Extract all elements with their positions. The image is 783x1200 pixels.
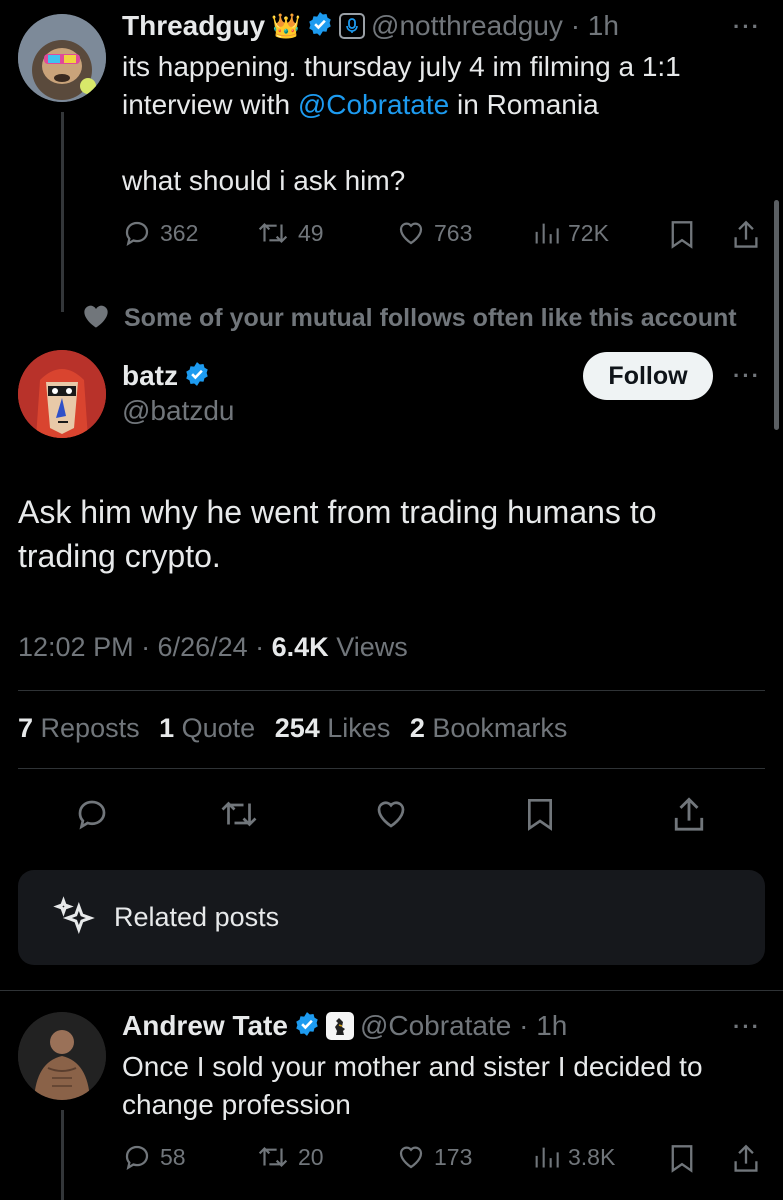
reply-button[interactable]: 58 xyxy=(122,1142,186,1172)
thread-line xyxy=(61,1110,64,1200)
author-name[interactable]: Andrew Tate xyxy=(122,1010,288,1042)
tweet-line-2: trading crypto. xyxy=(18,538,221,574)
tweet-line-3: what should i ask him? xyxy=(122,165,406,196)
share-icon[interactable] xyxy=(732,1144,760,1179)
bookmarks-stat[interactable]: 2 Bookmarks xyxy=(410,713,568,743)
verified-icon xyxy=(307,11,333,42)
repost-button[interactable]: 49 xyxy=(256,218,324,248)
affiliate-badge-icon xyxy=(325,1012,354,1040)
avatar-batz[interactable] xyxy=(18,350,106,438)
share-icon[interactable] xyxy=(732,220,760,255)
tweet-line-1: its happening. thursday july 4 im filmin… xyxy=(122,51,681,82)
repost-button[interactable] xyxy=(218,796,260,837)
views-button[interactable]: 3.8K xyxy=(532,1142,615,1172)
section-divider xyxy=(0,990,783,991)
social-context: Some of your mutual follows often like t… xyxy=(82,303,737,334)
reposts-label: Reposts xyxy=(33,713,140,743)
views-icon xyxy=(535,1147,559,1168)
divider xyxy=(18,690,765,691)
like-icon xyxy=(377,801,405,828)
share-button[interactable] xyxy=(672,796,706,839)
share-icon xyxy=(674,797,704,831)
more-icon[interactable]: ··· xyxy=(733,363,761,389)
bookmark-button[interactable] xyxy=(524,796,556,839)
sparkle-icon xyxy=(52,895,98,941)
reply-button[interactable]: 362 xyxy=(122,218,198,248)
likes-label: Likes xyxy=(319,713,391,743)
handle-time[interactable]: @Cobratate · 1h xyxy=(360,1010,567,1042)
tweet-meta: 12:02 PM · 6/26/24 · 6.4K Views xyxy=(18,632,408,663)
mention-link[interactable]: @Cobratate xyxy=(298,89,449,120)
author-name[interactable]: Threadguy xyxy=(122,10,265,42)
repost-count: 49 xyxy=(298,219,324,246)
tweet-text: Once I sold your mother and sister I dec… xyxy=(122,1048,772,1124)
quote-stat[interactable]: 1 Quote xyxy=(159,713,255,743)
repost-icon xyxy=(258,1146,288,1168)
likes-count: 254 xyxy=(274,713,320,743)
quote-label: Quote xyxy=(174,713,256,743)
tweet-text: Ask him why he went from trading humans … xyxy=(18,490,758,578)
avatar-threadguy[interactable] xyxy=(18,14,106,102)
follow-button[interactable]: Follow xyxy=(583,352,713,400)
like-icon xyxy=(399,1146,423,1169)
reply-button[interactable] xyxy=(74,796,110,837)
views-count: 3.8K xyxy=(568,1143,616,1170)
tweet-line-1: Ask him why he went from trading humans … xyxy=(18,494,657,530)
like-button[interactable] xyxy=(372,796,410,837)
views-button[interactable]: 72K xyxy=(532,218,609,248)
repost-button[interactable]: 20 xyxy=(256,1142,324,1172)
like-count: 763 xyxy=(434,219,473,246)
avatar-cobratate[interactable] xyxy=(18,1012,106,1100)
likes-stat[interactable]: 254 Likes xyxy=(275,713,391,743)
bookmarks-count: 2 xyxy=(409,713,425,743)
bookmarks-label: Bookmarks xyxy=(424,713,568,743)
views-count: 72K xyxy=(568,219,609,246)
divider xyxy=(18,768,765,769)
crown-emoji: 👑 xyxy=(271,12,302,40)
reply-icon xyxy=(125,1145,149,1170)
views-label: Views xyxy=(328,632,408,662)
like-count: 173 xyxy=(434,1143,473,1170)
timestamp[interactable]: 12:02 PM · 6/26/24 · xyxy=(18,632,272,662)
thread-line xyxy=(61,112,64,312)
verified-icon xyxy=(294,1011,320,1042)
views-icon xyxy=(535,223,559,244)
tweet-line-2: interview with @Cobratate in Romania xyxy=(122,86,762,124)
reply-count: 362 xyxy=(160,219,199,246)
author-name[interactable]: batz xyxy=(122,360,178,392)
reply-icon xyxy=(125,221,149,246)
verified-icon xyxy=(184,361,210,392)
tweet-line-1: Once I sold your mother and sister I dec… xyxy=(122,1051,703,1082)
social-context-text: Some of your mutual follows often like t… xyxy=(124,304,737,332)
repost-count: 20 xyxy=(298,1143,324,1170)
heart-icon xyxy=(82,303,110,334)
like-button[interactable]: 173 xyxy=(396,1142,472,1172)
author-handle[interactable]: @batzdu xyxy=(122,395,235,427)
tweet-text: its happening. thursday july 4 im filmin… xyxy=(122,48,762,200)
repost-icon xyxy=(221,801,257,827)
reply-icon xyxy=(78,800,106,830)
bookmark-icon[interactable] xyxy=(668,1144,696,1179)
bookmark-icon xyxy=(528,799,552,831)
text-span: in Romania xyxy=(449,89,599,120)
scrollbar[interactable] xyxy=(774,200,779,430)
like-icon xyxy=(399,222,423,245)
bookmark-icon[interactable] xyxy=(668,220,696,255)
handle-time[interactable]: @notthreadguy · 1h xyxy=(371,10,619,42)
repost-icon xyxy=(258,222,288,244)
more-icon[interactable]: ··· xyxy=(733,14,761,40)
affiliate-badge-icon xyxy=(339,13,366,39)
text-span: interview with xyxy=(122,89,298,120)
views-count: 6.4K xyxy=(271,632,329,662)
related-posts-label: Related posts xyxy=(114,902,280,932)
quote-count: 1 xyxy=(159,713,175,743)
like-button[interactable]: 763 xyxy=(396,218,472,248)
related-posts-card[interactable]: Related posts xyxy=(18,870,765,965)
reposts-stat[interactable]: 7 Reposts xyxy=(18,713,140,743)
reply-count: 58 xyxy=(160,1143,186,1170)
reposts-count: 7 xyxy=(18,713,34,743)
tweet-line-2: change profession xyxy=(122,1089,351,1120)
more-icon[interactable]: ··· xyxy=(733,1014,761,1040)
engagement-stats: 7 Reposts 1 Quote 254 Likes 2 Bookmarks xyxy=(18,713,567,744)
